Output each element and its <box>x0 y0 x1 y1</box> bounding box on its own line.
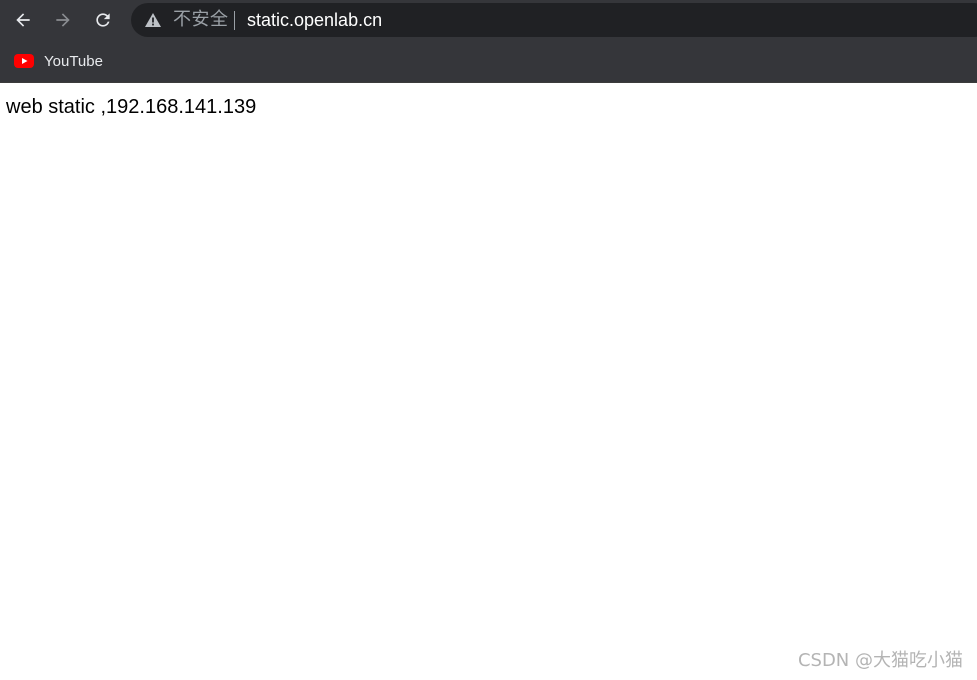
bookmark-youtube[interactable]: YouTube <box>8 48 109 74</box>
arrow-right-icon <box>56 13 70 27</box>
reload-button[interactable] <box>89 6 117 34</box>
bookmark-label: YouTube <box>44 52 103 70</box>
bookmarks-bar: YouTube <box>0 40 977 82</box>
youtube-icon <box>14 54 34 68</box>
browser-toolbar: 不安全 static.openlab.cn <box>0 0 977 40</box>
warning-triangle-icon[interactable] <box>144 12 162 28</box>
omnibox-divider <box>234 11 235 30</box>
url-text[interactable]: static.openlab.cn <box>247 9 382 31</box>
arrow-left-icon <box>16 13 30 27</box>
address-bar[interactable]: 不安全 static.openlab.cn <box>131 3 977 37</box>
back-button[interactable] <box>9 6 37 34</box>
reload-icon <box>96 13 110 27</box>
forward-button[interactable] <box>49 6 77 34</box>
content-top-edge <box>0 82 977 83</box>
watermark: CSDN @大猫吃小猫 <box>797 650 963 671</box>
page-body-text: web static ,192.168.141.139 <box>6 96 257 118</box>
security-status-label[interactable]: 不安全 <box>173 9 229 31</box>
